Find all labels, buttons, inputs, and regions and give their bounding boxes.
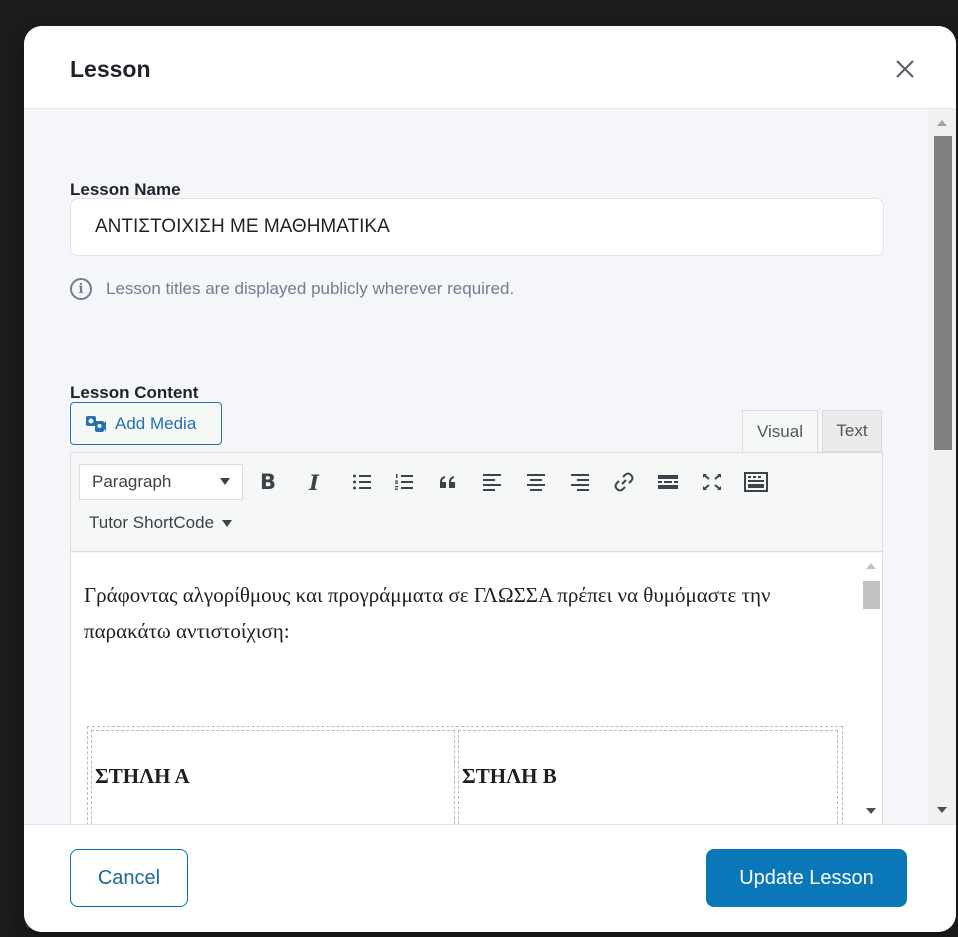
tutor-shortcode-dropdown[interactable]: Tutor ShortCode <box>89 513 233 533</box>
chevron-down-icon <box>222 519 233 527</box>
editor-scrollbar[interactable] <box>859 553 882 824</box>
shortcode-label: Tutor ShortCode <box>89 513 215 532</box>
scrollbar-thumb[interactable] <box>934 136 952 450</box>
align-left-icon[interactable] <box>477 467 507 497</box>
cancel-button[interactable]: Cancel <box>70 849 188 907</box>
hint-text: Lesson titles are displayed publicly whe… <box>106 279 515 298</box>
bold-button[interactable]: B <box>253 467 283 497</box>
table-header-b: ΣΤΗΛΗ Β <box>462 764 557 788</box>
modal-footer: Cancel Update Lesson <box>24 824 956 932</box>
toolbar-toggle-icon[interactable] <box>741 467 771 497</box>
lesson-name-hint: i Lesson titles are displayed publicly w… <box>70 278 514 300</box>
numbered-list-icon[interactable] <box>389 467 419 497</box>
scroll-down-icon[interactable] <box>937 807 947 813</box>
blockquote-icon[interactable] <box>433 467 463 497</box>
tab-visual[interactable]: Visual <box>742 410 818 453</box>
scrollbar-thumb[interactable] <box>863 581 880 609</box>
modal-body: Lesson Name i Lesson titles are displaye… <box>24 110 956 824</box>
bullet-list-icon[interactable] <box>347 467 377 497</box>
read-more-icon[interactable] <box>653 467 683 497</box>
media-icon <box>85 414 107 434</box>
tab-text[interactable]: Text <box>822 410 882 452</box>
link-icon[interactable] <box>609 467 639 497</box>
add-media-button[interactable]: Add Media <box>70 402 222 445</box>
add-media-label: Add Media <box>115 413 197 433</box>
align-right-icon[interactable] <box>565 467 595 497</box>
update-lesson-button[interactable]: Update Lesson <box>706 849 907 907</box>
modal-scrollbar[interactable] <box>928 110 956 824</box>
content-table: ΣΤΗΛΗ Α ΣΤΗΛΗ Β <box>87 726 843 824</box>
close-icon[interactable] <box>892 56 918 82</box>
format-select[interactable]: Paragraph <box>79 464 243 500</box>
chevron-down-icon <box>220 478 230 485</box>
lesson-name-input[interactable] <box>70 198 884 256</box>
italic-button[interactable]: I <box>299 467 329 497</box>
table-header-a: ΣΤΗΛΗ Α <box>95 764 190 788</box>
editor-content-area[interactable]: Γράφοντας αλγορίθμους και προγράμματα σε… <box>70 553 883 824</box>
editor-toolbar: Paragraph B I Tutor ShortCode <box>70 452 883 552</box>
lesson-modal: Lesson Lesson Name i Lesson titles are d… <box>24 26 956 932</box>
format-select-value: Paragraph <box>92 472 172 491</box>
scroll-up-icon[interactable] <box>937 120 947 126</box>
scroll-down-icon[interactable] <box>866 808 876 814</box>
info-icon: i <box>70 278 92 300</box>
lesson-content-label: Lesson Content <box>70 383 199 402</box>
modal-title: Lesson <box>70 56 151 82</box>
align-center-icon[interactable] <box>521 467 551 497</box>
scroll-up-icon[interactable] <box>866 563 876 569</box>
fullscreen-icon[interactable] <box>697 467 727 497</box>
table-cell: ΣΤΗΛΗ Α <box>91 730 455 824</box>
modal-header: Lesson <box>24 26 956 109</box>
editor-paragraph: Γράφοντας αλγορίθμους και προγράμματα σε… <box>84 583 771 643</box>
table-cell: ΣΤΗΛΗ Β <box>458 730 838 824</box>
lesson-name-label: Lesson Name <box>70 180 181 199</box>
